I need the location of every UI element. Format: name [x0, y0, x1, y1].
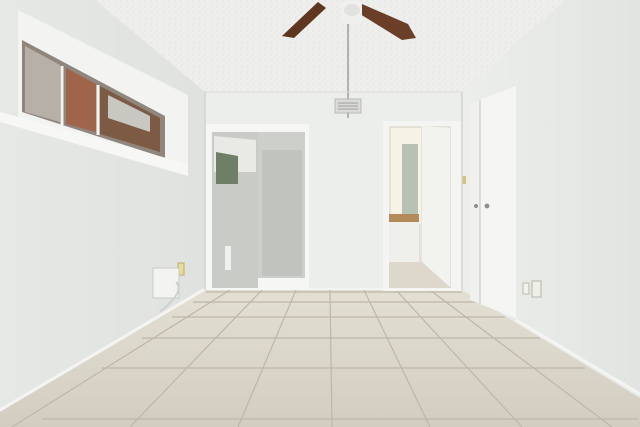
room-photo — [0, 0, 640, 427]
air-vent-icon — [334, 98, 362, 114]
hallway-doorway — [383, 121, 462, 291]
closet-door — [462, 86, 516, 318]
wall-switch-right — [522, 282, 530, 295]
room-illustration — [0, 0, 640, 427]
closet-mirror-door — [205, 124, 309, 290]
wall-outlet-right — [531, 280, 542, 298]
